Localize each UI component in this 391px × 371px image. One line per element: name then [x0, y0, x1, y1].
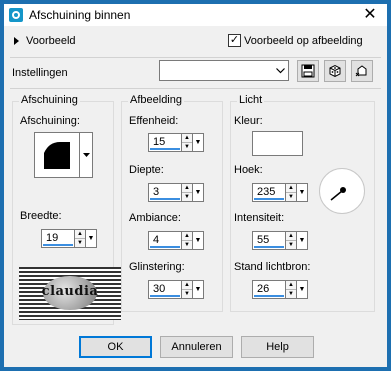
spin-arrows[interactable]: ▲ ▼ — [182, 231, 193, 250]
save-icon — [301, 64, 315, 78]
chevron-down-icon[interactable] — [272, 61, 288, 80]
width-label: Breedte: — [20, 210, 62, 222]
settings-label: Instellingen — [12, 67, 68, 79]
spin-down-icon[interactable]: ▼ — [182, 289, 192, 298]
elevation-value[interactable]: 26 — [252, 280, 286, 299]
spin-up-icon[interactable]: ▲ — [286, 281, 296, 289]
smoothness-value[interactable]: 15 — [148, 133, 182, 152]
preview-on-image-label: Voorbeeld op afbeelding — [244, 34, 363, 47]
app-icon — [9, 8, 23, 22]
spin-up-icon[interactable]: ▲ — [182, 134, 192, 142]
spin-arrows[interactable]: ▲ ▼ — [182, 183, 193, 202]
depth-spinner[interactable]: 3 ▲ ▼ ▼ — [148, 183, 204, 202]
ambience-value[interactable]: 4 — [148, 231, 182, 250]
shininess-label: Glinstering: — [129, 261, 185, 273]
slider-dropdown-icon[interactable]: ▼ — [86, 229, 97, 248]
spin-up-icon[interactable]: ▲ — [286, 232, 296, 240]
caret-down-icon — [82, 153, 90, 157]
elevation-label: Stand lichtbron: — [234, 261, 311, 273]
spin-up-icon[interactable]: ▲ — [75, 230, 85, 238]
depth-label: Diepte: — [129, 164, 164, 176]
dice-icon — [329, 64, 341, 78]
spin-down-icon[interactable]: ▼ — [75, 238, 85, 247]
slider-dropdown-icon[interactable]: ▼ — [297, 183, 308, 202]
shininess-spinner[interactable]: 30 ▲ ▼ ▼ — [148, 280, 204, 299]
watermark-logo: claudia — [19, 267, 121, 320]
angle-dial-icon — [319, 168, 365, 214]
cancel-button[interactable]: Annuleren — [160, 336, 233, 358]
checkbox-check-icon[interactable]: ✓ — [228, 34, 241, 47]
light-angle-spinner[interactable]: 235 ▲ ▼ ▼ — [252, 183, 308, 202]
watermark-text: claudia — [41, 284, 99, 299]
spin-arrows[interactable]: ▲ ▼ — [286, 231, 297, 250]
light-angle-value[interactable]: 235 — [252, 183, 286, 202]
spin-up-icon[interactable]: ▲ — [286, 184, 296, 192]
light-color-swatch[interactable] — [252, 131, 303, 156]
dialog-window: Afschuining binnen ✕ Voorbeeld ✓ Voorbee… — [0, 0, 391, 371]
slider-dropdown-icon[interactable]: ▼ — [193, 133, 204, 152]
spin-up-icon[interactable]: ▲ — [182, 232, 192, 240]
smoothness-label: Effenheid: — [129, 115, 179, 127]
image-group-title: Afbeelding — [128, 94, 184, 106]
spin-arrows[interactable]: ▲ ▼ — [182, 133, 193, 152]
title-bar: Afschuining binnen ✕ — [4, 4, 387, 26]
ambience-label: Ambiance: — [129, 212, 181, 224]
slider-dropdown-icon[interactable]: ▼ — [193, 231, 204, 250]
spin-down-icon[interactable]: ▼ — [286, 240, 296, 249]
save-preset-button[interactable] — [297, 60, 319, 82]
reset-icon — [355, 65, 367, 77]
reset-button[interactable] — [351, 60, 373, 82]
smoothness-spinner[interactable]: 15 ▲ ▼ ▼ — [148, 133, 204, 152]
spin-down-icon[interactable]: ▼ — [286, 192, 296, 201]
intensity-label: Intensiteit: — [234, 212, 285, 224]
ok-button[interactable]: OK — [79, 336, 152, 358]
intensity-spinner[interactable]: 55 ▲ ▼ ▼ — [252, 231, 308, 250]
random-button[interactable] — [324, 60, 346, 82]
preview-on-image-checkbox[interactable]: ✓ Voorbeeld op afbeelding — [228, 34, 363, 47]
bevel-shape-icon — [44, 142, 70, 169]
light-group-title: Licht — [237, 94, 265, 106]
light-color-label: Kleur: — [234, 115, 263, 127]
elevation-spinner[interactable]: 26 ▲ ▼ ▼ — [252, 280, 308, 299]
divider — [10, 88, 381, 89]
slider-dropdown-icon[interactable]: ▼ — [297, 231, 308, 250]
bevel-group-title: Afschuining — [19, 94, 80, 106]
shininess-value[interactable]: 30 — [148, 280, 182, 299]
spin-up-icon[interactable]: ▲ — [182, 184, 192, 192]
intensity-value[interactable]: 55 — [252, 231, 286, 250]
spin-down-icon[interactable]: ▼ — [286, 289, 296, 298]
slider-dropdown-icon[interactable]: ▼ — [193, 183, 204, 202]
settings-combo[interactable] — [159, 60, 289, 81]
close-icon[interactable]: ✕ — [361, 6, 379, 24]
bevel-shape-picker[interactable] — [34, 132, 80, 178]
spin-down-icon[interactable]: ▼ — [182, 142, 192, 151]
spin-arrows[interactable]: ▲ ▼ — [182, 280, 193, 299]
slider-dropdown-icon[interactable]: ▼ — [193, 280, 204, 299]
window-title: Afschuining binnen — [29, 8, 131, 22]
help-button[interactable]: Help — [241, 336, 314, 358]
width-spinner[interactable]: 19 ▲ ▼ ▼ — [41, 229, 97, 248]
bevel-shape-label: Afschuining: — [20, 115, 80, 127]
slider-dropdown-icon[interactable]: ▼ — [297, 280, 308, 299]
width-value[interactable]: 19 — [41, 229, 75, 248]
spin-arrows[interactable]: ▲ ▼ — [75, 229, 86, 248]
preview-label: Voorbeeld — [26, 35, 76, 47]
spin-arrows[interactable]: ▲ ▼ — [286, 280, 297, 299]
preview-toggle[interactable]: Voorbeeld — [14, 35, 76, 47]
angle-dial[interactable] — [318, 167, 366, 215]
depth-value[interactable]: 3 — [148, 183, 182, 202]
spin-up-icon[interactable]: ▲ — [182, 281, 192, 289]
light-angle-label: Hoek: — [234, 164, 263, 176]
bevel-shape-dropdown[interactable] — [80, 132, 93, 178]
expand-arrow-icon[interactable] — [14, 37, 19, 45]
ambience-spinner[interactable]: 4 ▲ ▼ ▼ — [148, 231, 204, 250]
spin-arrows[interactable]: ▲ ▼ — [286, 183, 297, 202]
divider — [10, 57, 381, 58]
spin-down-icon[interactable]: ▼ — [182, 240, 192, 249]
spin-down-icon[interactable]: ▼ — [182, 192, 192, 201]
